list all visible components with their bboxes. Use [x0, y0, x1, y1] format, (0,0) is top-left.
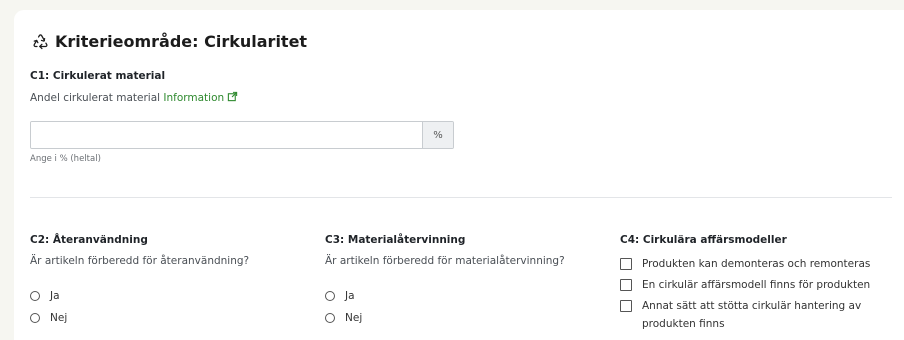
recycle-icon — [33, 34, 48, 50]
c2-group: C2: Återanvändning Är artikeln förberedd… — [30, 234, 249, 329]
c3-heading: C3: Materialåtervinning — [325, 234, 466, 246]
c4-checkbox-demontering[interactable]: Produkten kan demonteras och remonteras — [620, 255, 872, 273]
radio-circle[interactable] — [30, 313, 40, 323]
checkbox-box[interactable] — [620, 279, 632, 291]
radio-label: Nej — [345, 312, 363, 324]
c1-description: Andel cirkulerat material Information — [30, 91, 238, 104]
checkbox-box[interactable] — [620, 300, 632, 312]
external-link-icon — [227, 91, 238, 102]
section-divider — [30, 197, 892, 198]
information-link[interactable]: Information — [163, 91, 238, 104]
checkbox-box[interactable] — [620, 258, 632, 270]
criteria-card: Kriterieområde: Cirkularitet C1: Cirkule… — [14, 10, 904, 340]
radio-label: Nej — [50, 312, 68, 324]
c3-question: Är artikeln förberedd för materialåtervi… — [325, 255, 565, 267]
c2-heading: C2: Återanvändning — [30, 234, 148, 246]
c4-heading: C4: Cirkulära affärsmodeller — [620, 234, 787, 246]
checkbox-label: En cirkulär affärsmodell finns för produ… — [642, 279, 871, 291]
c3-group: C3: Materialåtervinning Är artikeln förb… — [325, 234, 565, 329]
c1-heading: C1: Cirkulerat material — [30, 70, 166, 82]
checkbox-label: Produkten kan demonteras och remonteras — [642, 258, 871, 270]
c4-checkbox-annat[interactable]: Annat sätt att stötta cirkulär hantering… — [620, 297, 872, 333]
c2-radio-nej[interactable]: Nej — [30, 307, 249, 329]
c1-subtitle: Andel cirkulerat material — [30, 92, 161, 104]
c4-group: C4: Cirkulära affärsmodeller Produkten k… — [620, 234, 872, 336]
section-header: Kriterieområde: Cirkularitet — [32, 32, 307, 51]
checkbox-label: Annat sätt att stötta cirkulär hantering… — [642, 300, 862, 330]
circulated-material-field: % — [30, 121, 454, 149]
c2-radio-ja[interactable]: Ja — [30, 285, 249, 307]
radio-label: Ja — [345, 290, 355, 302]
input-hint: Ange i % (heltal) — [30, 154, 101, 164]
radio-circle[interactable] — [325, 313, 335, 323]
radio-circle[interactable] — [30, 291, 40, 301]
circulated-material-input[interactable] — [31, 122, 422, 148]
c2-question: Är artikeln förberedd för återanvändning… — [30, 255, 250, 267]
radio-label: Ja — [50, 290, 60, 302]
c3-radio-nej[interactable]: Nej — [325, 307, 565, 329]
percent-addon: % — [422, 122, 453, 148]
information-link-label: Information — [163, 92, 225, 104]
page-title: Kriterieområde: Cirkularitet — [55, 32, 308, 51]
c4-checkbox-affarsmodell[interactable]: En cirkulär affärsmodell finns för produ… — [620, 276, 872, 294]
c3-radio-ja[interactable]: Ja — [325, 285, 565, 307]
radio-circle[interactable] — [325, 291, 335, 301]
